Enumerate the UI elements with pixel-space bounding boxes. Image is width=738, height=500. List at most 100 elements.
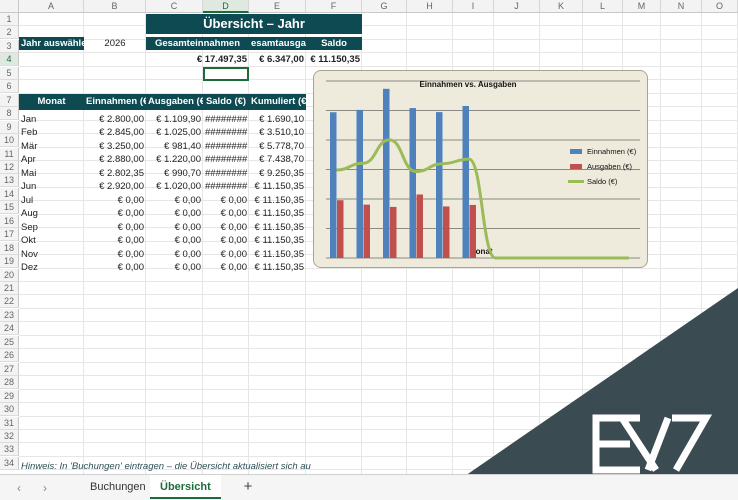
table-cell[interactable]: € 1.109,90 [146,113,203,126]
table-cell[interactable]: € 0,00 [84,248,146,261]
selected-cell-d4[interactable] [203,67,249,81]
column-header[interactable]: H [407,0,453,13]
row-header[interactable]: 4 [0,53,19,67]
prev-sheet-button[interactable]: ‹ [10,479,28,497]
table-cell[interactable]: ######## [203,126,249,139]
table-cell[interactable]: ######## [203,167,249,180]
table-cell[interactable]: € 2.845,00 [84,126,146,139]
row-header[interactable]: 14 [0,187,19,201]
row-header[interactable]: 9 [0,120,19,134]
spreadsheet-grid[interactable]: ABCDEFGHIJKLMNO 1 2 3 4 5 6 7 8 9 10 11 12 13 14 15 16 1… [0,0,738,474]
column-header[interactable]: N [661,0,702,13]
table-cell[interactable]: € 0,00 [84,207,146,220]
table-cell[interactable]: € 0,00 [203,207,249,220]
summary-value-income[interactable]: € 17.497,35 [146,53,249,66]
column-header[interactable]: J [494,0,540,13]
column-header[interactable]: M [623,0,661,13]
table-cell[interactable]: ######## [203,140,249,153]
row-header[interactable]: 26 [0,349,19,363]
row-header[interactable]: 29 [0,389,19,403]
income-expenses-chart[interactable]: Einnahmen vs. AusgabenSaldoMonatEinnahme… [313,70,648,268]
column-header[interactable]: B [84,0,146,13]
row-header[interactable]: 8 [0,107,19,121]
table-cell[interactable]: € 981,40 [146,140,203,153]
table-cell[interactable]: € 2.800,00 [84,113,146,126]
table-month-cell[interactable]: Jul [19,194,84,207]
table-month-cell[interactable]: Mai [19,167,84,180]
table-cell[interactable]: € 0,00 [84,194,146,207]
table-cell[interactable]: € 0,00 [203,261,249,274]
table-cell[interactable]: € 2.802,35 [84,167,146,180]
row-header[interactable]: 12 [0,160,19,174]
table-cell[interactable]: ######## [203,180,249,193]
row-header[interactable]: 24 [0,322,19,336]
table-cell[interactable]: € 0,00 [146,207,203,220]
row-header[interactable]: 17 [0,228,19,242]
tab-buchungen[interactable]: Buchungen [80,475,156,499]
table-month-cell[interactable]: Aug [19,207,84,220]
select-all-corner[interactable] [0,0,19,13]
table-cell[interactable]: € 11.150,35 [249,261,306,274]
table-cell[interactable]: € 2.880,00 [84,153,146,166]
table-cell[interactable]: € 11.150,35 [249,234,306,247]
summary-value-balance[interactable]: € 11.150,35 [306,53,362,66]
table-cell[interactable]: € 990,70 [146,167,203,180]
add-sheet-button[interactable]: + [238,477,258,497]
table-cell[interactable]: € 0,00 [203,248,249,261]
row-header[interactable]: 28 [0,376,19,390]
row-header[interactable]: 20 [0,268,19,282]
table-cell[interactable]: € 9.250,35 [249,167,306,180]
summary-value-expenses[interactable]: € 6.347,00 [249,53,306,66]
row-header[interactable]: 3 [0,39,19,53]
table-cell[interactable]: € 5.778,70 [249,140,306,153]
column-header[interactable]: G [362,0,407,13]
table-cell[interactable]: € 3.250,00 [84,140,146,153]
row-header[interactable]: 33 [0,443,19,457]
table-cell[interactable]: ######## [203,113,249,126]
table-cell[interactable]: € 2.920,00 [84,180,146,193]
row-header[interactable]: 18 [0,241,19,255]
row-header[interactable]: 25 [0,335,19,349]
row-header[interactable]: 21 [0,282,19,295]
row-header[interactable]: 7 [0,93,19,107]
row-header[interactable]: 2 [0,26,19,40]
row-header[interactable]: 31 [0,416,19,430]
table-cell[interactable]: € 11.150,35 [249,248,306,261]
row-header[interactable]: 1 [0,13,19,26]
table-month-cell[interactable]: Jun [19,180,84,193]
table-cell[interactable]: € 0,00 [84,261,146,274]
table-cell[interactable]: € 11.150,35 [249,207,306,220]
table-month-cell[interactable]: Mär [19,140,84,153]
column-header[interactable]: I [453,0,494,13]
table-cell[interactable]: € 0,00 [146,261,203,274]
table-cell[interactable]: € 11.150,35 [249,194,306,207]
column-header[interactable]: E [249,0,306,13]
table-cell[interactable]: € 1.020,00 [146,180,203,193]
table-month-cell[interactable]: Jan [19,113,84,126]
row-header[interactable]: 10 [0,134,19,148]
table-cell[interactable]: € 1.220,00 [146,153,203,166]
table-cell[interactable]: € 11.150,35 [249,221,306,234]
table-cell[interactable]: € 0,00 [84,221,146,234]
row-header[interactable]: 23 [0,308,19,322]
column-header[interactable]: O [702,0,738,13]
tab-uebersicht[interactable]: Übersicht [150,475,221,499]
table-cell[interactable]: € 1.690,10 [249,113,306,126]
table-cell[interactable]: € 7.438,70 [249,153,306,166]
row-header[interactable]: 16 [0,214,19,228]
table-cell[interactable]: € 0,00 [203,221,249,234]
table-cell[interactable]: ######## [203,153,249,166]
column-header[interactable]: K [540,0,583,13]
table-cell[interactable]: € 3.510,10 [249,126,306,139]
column-header[interactable]: F [306,0,362,13]
table-cell[interactable]: € 0,00 [146,248,203,261]
table-cell[interactable]: € 11.150,35 [249,180,306,193]
column-header[interactable]: D [203,0,249,13]
next-sheet-button[interactable]: › [36,479,54,497]
table-month-cell[interactable]: Dez [19,261,84,274]
column-header[interactable]: A [19,0,84,13]
table-cell[interactable]: € 0,00 [84,234,146,247]
table-cell[interactable]: € 0,00 [146,234,203,247]
year-select-cell[interactable]: 2026 [84,37,146,50]
table-cell[interactable]: € 0,00 [146,194,203,207]
